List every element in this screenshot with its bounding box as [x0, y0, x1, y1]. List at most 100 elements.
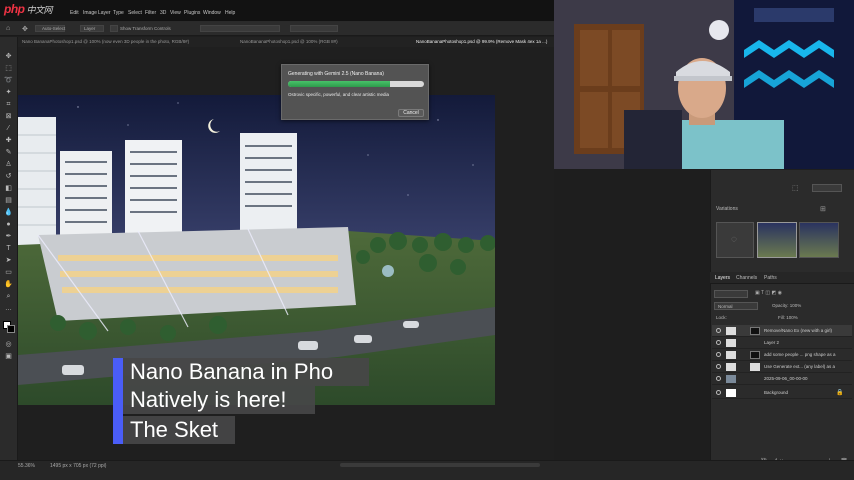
- tab-layers[interactable]: Layers: [715, 275, 730, 281]
- layer-row[interactable]: Background 🔒: [712, 387, 852, 399]
- panel-options-button[interactable]: [812, 184, 842, 192]
- caption-line-2: Natively is here!: [130, 387, 287, 412]
- visibility-eye-icon[interactable]: [716, 352, 721, 357]
- caption-line-1-bg: Nano Banana in Pho: [123, 358, 369, 386]
- visibility-eye-icon[interactable]: [716, 390, 721, 395]
- visibility-eye-icon[interactable]: [716, 364, 721, 369]
- transform-controls-checkbox[interactable]: [110, 25, 118, 32]
- progress-bar: [288, 81, 424, 87]
- tab-channels[interactable]: Channels: [736, 275, 757, 281]
- shape-tool-icon[interactable]: ▭: [4, 269, 13, 276]
- frame-tool-icon[interactable]: ⊠: [4, 113, 13, 120]
- magic-wand-tool-icon[interactable]: ✦: [4, 89, 13, 96]
- type-tool-icon[interactable]: T: [4, 245, 13, 252]
- layer-thumbnail: [726, 363, 736, 371]
- menu-image[interactable]: Image: [83, 10, 97, 16]
- document-tab-bar: Nano BananaPhotoshop1.psd @ 100% (now ev…: [18, 37, 554, 47]
- layers-tab-bar: Layers Channels Paths: [710, 272, 854, 284]
- menu-select[interactable]: Select: [128, 10, 142, 16]
- opacity-label[interactable]: Opacity: 100%: [772, 303, 801, 308]
- layer-row[interactable]: Use Generate ext... (any label) as a: [712, 361, 852, 373]
- visibility-eye-icon[interactable]: [716, 376, 721, 381]
- menu-edit[interactable]: Edit: [70, 10, 79, 16]
- presenter-webcam: [554, 0, 854, 169]
- cancel-button[interactable]: Cancel: [398, 109, 424, 117]
- marquee-tool-icon[interactable]: ⬚: [4, 65, 13, 72]
- quick-mask-icon[interactable]: ◎: [4, 341, 13, 348]
- background-color-swatch[interactable]: [7, 325, 15, 333]
- layer-row[interactable]: add some people ... png shape as a: [712, 349, 852, 361]
- align-buttons[interactable]: [200, 25, 280, 32]
- tab-paths[interactable]: Paths: [764, 275, 777, 281]
- webcam-overlay: [554, 0, 854, 169]
- layer-filter-select[interactable]: [714, 290, 748, 298]
- layer-filter-icons[interactable]: ▣ T ◫ ◩ ◉: [755, 290, 782, 296]
- menu-3d[interactable]: 3D: [160, 10, 166, 16]
- history-brush-icon[interactable]: ↺: [4, 173, 13, 180]
- grid-view-icon[interactable]: ⊞: [820, 205, 826, 213]
- generate-icon[interactable]: ⬚: [792, 184, 799, 192]
- caption-accent-bar: [113, 358, 123, 444]
- clone-stamp-icon[interactable]: ♙: [4, 161, 13, 168]
- zoom-level[interactable]: 55.36%: [18, 463, 35, 469]
- pen-tool-icon[interactable]: ✒: [4, 233, 13, 240]
- lasso-tool-icon[interactable]: ➰: [4, 77, 13, 84]
- document-size: 1495 px x 705 px (72 ppi): [50, 463, 107, 469]
- layer-mask-thumbnail[interactable]: [750, 363, 760, 371]
- layer-row[interactable]: Layer 2: [712, 337, 852, 349]
- zoom-tool-icon[interactable]: ⌕: [4, 293, 13, 300]
- caption-line-3-bg: The Sket: [123, 416, 235, 444]
- watermark-logo-text: php: [4, 2, 25, 16]
- layer-row[interactable]: 2025-09-06_00-00-00: [712, 373, 852, 385]
- more-tools-icon[interactable]: …: [4, 305, 13, 312]
- watermark-logo-suffix: 中文网: [26, 5, 53, 15]
- path-selection-icon[interactable]: ➤: [4, 257, 13, 264]
- tab-document-1[interactable]: Nano BananaPhotoshop1.psd @ 100% (now ev…: [22, 39, 232, 44]
- layer-name: Use Generate ext... (any label) as a: [764, 364, 836, 369]
- distribute-buttons[interactable]: [290, 25, 338, 32]
- fill-label[interactable]: Fill: 100%: [778, 315, 798, 320]
- menu-layer[interactable]: Layer: [98, 10, 111, 16]
- caption-line-2-bg: Natively is here!: [123, 386, 315, 414]
- loading-spinner-icon: ◌: [731, 234, 737, 245]
- caption-line-3: The Sket: [130, 417, 219, 442]
- menu-plugins[interactable]: Plugins: [184, 10, 200, 16]
- hand-tool-icon[interactable]: ✋: [4, 281, 13, 288]
- dodge-tool-icon[interactable]: ●: [4, 221, 13, 228]
- layer-row[interactable]: Remove/Nano Ex (new with a girl): [712, 325, 852, 337]
- blend-mode-select[interactable]: Normal: [714, 302, 758, 310]
- menu-view[interactable]: View: [170, 10, 181, 16]
- crop-tool-icon[interactable]: ⌗: [4, 101, 13, 108]
- visibility-eye-icon[interactable]: [716, 328, 721, 333]
- tab-document-2[interactable]: NanoBananaPhotoshop1.psd @ 100% (RGB 8#): [240, 39, 410, 44]
- gradient-tool-icon[interactable]: ▤: [4, 197, 13, 204]
- move-tool-icon[interactable]: ✥: [22, 25, 28, 33]
- tab-document-3[interactable]: NanoBananaPhotoshop1.psd @ 99.9% (Remove…: [416, 39, 552, 44]
- horizontal-scrollbar[interactable]: [340, 463, 540, 467]
- layer-thumbnail: [726, 375, 736, 383]
- layer-mask-thumbnail[interactable]: [750, 327, 760, 335]
- status-bar: 55.36% 1495 px x 705 px (72 ppi): [0, 460, 854, 480]
- visibility-eye-icon[interactable]: [716, 340, 721, 345]
- move-tool-icon[interactable]: ✥: [4, 53, 13, 60]
- menu-filter[interactable]: Filter: [145, 10, 156, 16]
- blur-tool-icon[interactable]: 💧: [4, 209, 13, 216]
- healing-brush-icon[interactable]: ✚: [4, 137, 13, 144]
- eyedropper-tool-icon[interactable]: ⁄: [4, 125, 13, 132]
- brush-tool-icon[interactable]: ✎: [4, 149, 13, 156]
- menu-help[interactable]: Help: [225, 10, 235, 16]
- menu-type[interactable]: Type: [113, 10, 124, 16]
- layer-thumbnail: [726, 351, 736, 359]
- variation-placeholder[interactable]: ◌: [716, 222, 754, 258]
- layer-thumbnail: [726, 327, 736, 335]
- variation-thumbnail-2[interactable]: [799, 222, 839, 258]
- transform-controls-label: Show Transform Controls: [120, 26, 171, 31]
- eraser-tool-icon[interactable]: ◧: [4, 185, 13, 192]
- layer-thumbnail: [726, 389, 736, 397]
- layer-mask-thumbnail[interactable]: [750, 351, 760, 359]
- home-icon[interactable]: ⌂: [6, 25, 10, 32]
- lock-icon: 🔒: [836, 390, 844, 396]
- screen-mode-icon[interactable]: ▣: [4, 353, 13, 360]
- variation-thumbnail-1[interactable]: [757, 222, 797, 258]
- menu-window[interactable]: Window: [203, 10, 221, 16]
